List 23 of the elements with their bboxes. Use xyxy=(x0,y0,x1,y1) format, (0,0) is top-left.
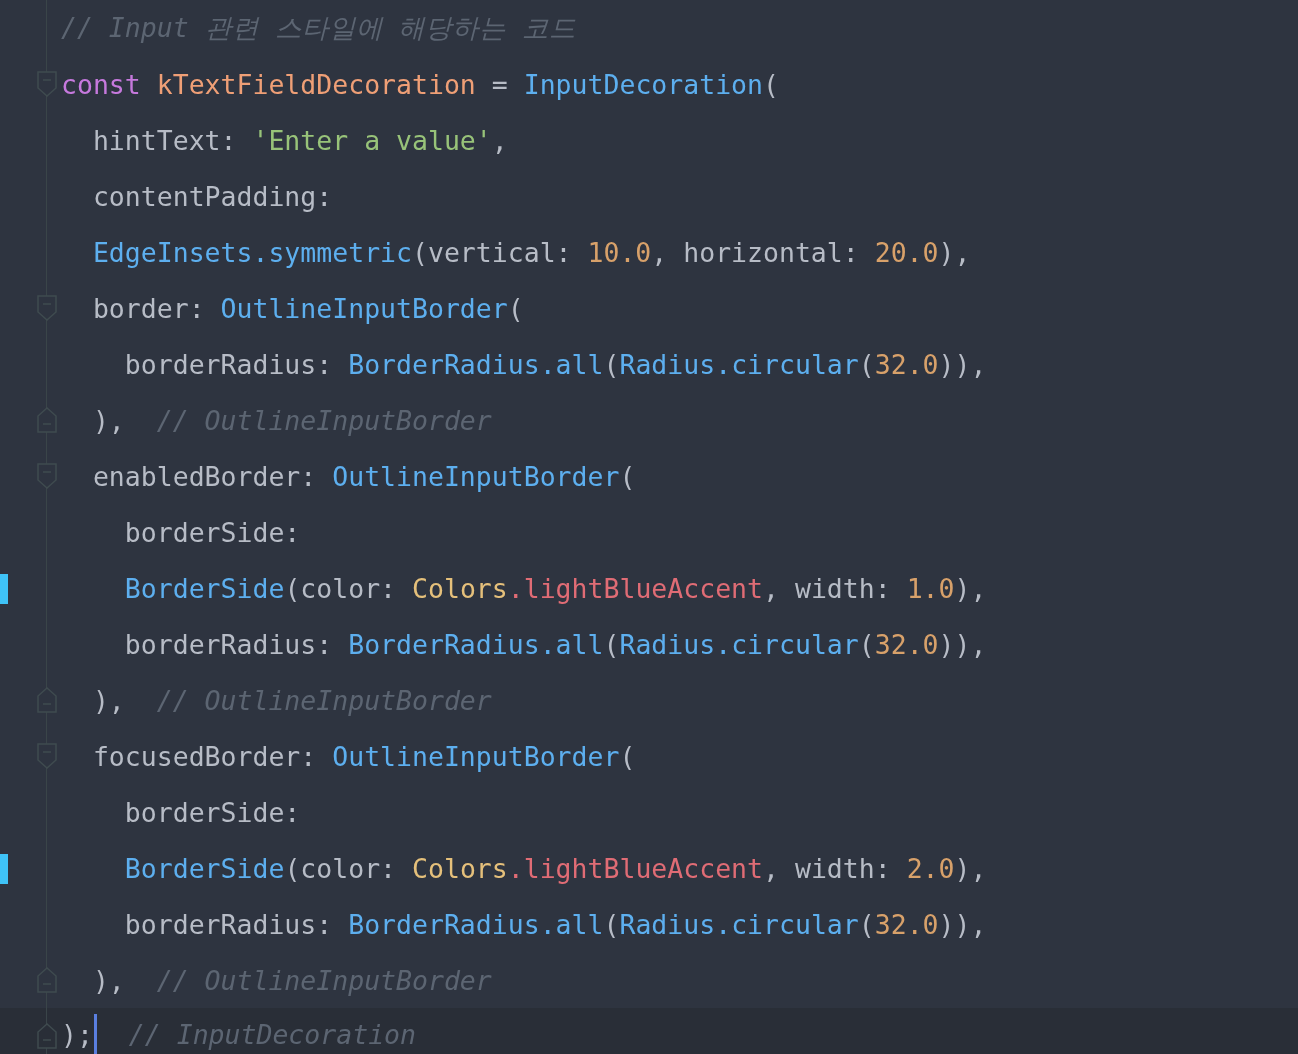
code-line: borderRadius: BorderRadius.all(Radius.circular(32.0)), xyxy=(123,908,987,940)
fold-end-icon[interactable] xyxy=(37,1023,57,1049)
code-line: BorderSide(color: Colors.lightBlueAccent, width: 2.0), xyxy=(123,852,987,884)
code-line: ); // InputDecoration xyxy=(61,1014,416,1054)
fold-end-icon[interactable] xyxy=(37,407,57,433)
fold-icon[interactable] xyxy=(37,463,57,489)
fold-end-icon[interactable] xyxy=(37,967,57,993)
code-line: contentPadding: xyxy=(91,180,333,212)
code-line: EdgeInsets.symmetric(vertical: 10.0, horizontal: 20.0), xyxy=(91,236,971,268)
code-line: enabledBorder: OutlineInputBorder( xyxy=(91,460,636,492)
code-line: borderSide: xyxy=(123,796,301,828)
fold-icon[interactable] xyxy=(37,71,57,97)
code-line: borderRadius: BorderRadius.all(Radius.circular(32.0)), xyxy=(123,628,987,660)
fold-icon[interactable] xyxy=(37,295,57,321)
fold-icon[interactable] xyxy=(37,743,57,769)
code-line: hintText: 'Enter a value', xyxy=(91,124,508,156)
code-line: borderSide: xyxy=(123,516,301,548)
code-line: borderRadius: BorderRadius.all(Radius.circular(32.0)), xyxy=(123,348,987,380)
code-line: BorderSide(color: Colors.lightBlueAccent, width: 1.0), xyxy=(123,572,987,604)
code-line: focusedBorder: OutlineInputBorder( xyxy=(91,740,636,772)
code-line: border: OutlineInputBorder( xyxy=(91,292,524,324)
fold-end-icon[interactable] xyxy=(37,687,57,713)
code-line: const kTextFieldDecoration = InputDecoration( xyxy=(61,68,779,100)
